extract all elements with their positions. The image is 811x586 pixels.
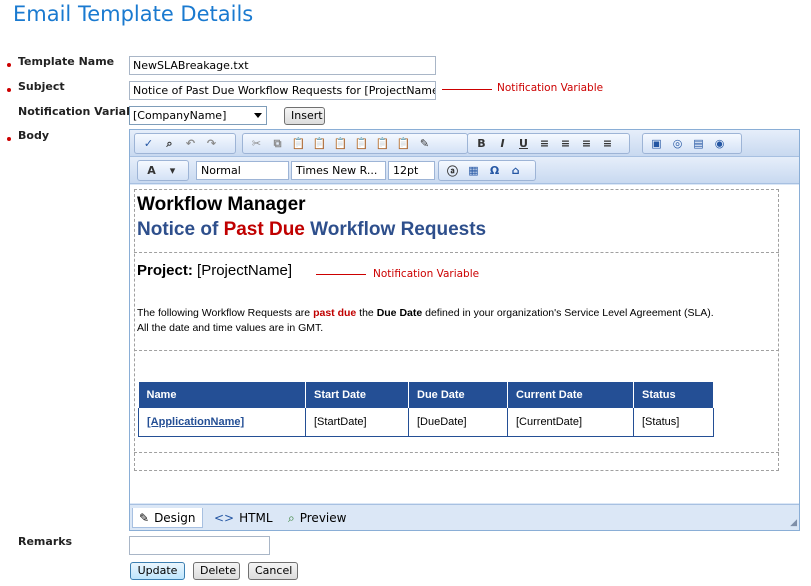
template-name-label: Template Name — [18, 55, 115, 68]
toolbar-group-format: B I U ≡ ≡ ≡ ≡ — [467, 133, 630, 154]
required-marker — [7, 137, 11, 141]
section-divider — [134, 350, 779, 351]
code-icon: <> — [214, 511, 235, 525]
column-header: Status — [633, 382, 714, 408]
annotation-line — [316, 274, 366, 275]
column-header: Current Date — [507, 382, 634, 408]
format-stripper-icon[interactable]: ✎ — [415, 135, 434, 152]
column-header: Name — [138, 382, 306, 408]
font-name-dropdown[interactable]: Times New R... — [291, 161, 386, 180]
editor-toolbar-font: A ▾ Normal Times New R... 12pt ⓐ ▦ Ω ⌂ — [130, 157, 799, 184]
notification-variable-label: Notification Variable — [18, 105, 146, 118]
align-right-icon[interactable]: ≡ — [577, 135, 596, 152]
remarks-input[interactable] — [129, 536, 270, 555]
tab-design[interactable]: ✎ Design — [132, 508, 203, 528]
paste-special-icon[interactable]: 📋 — [352, 135, 371, 152]
annotation-subject-note: Notification Variable — [497, 82, 604, 94]
tab-preview-label: Preview — [299, 511, 347, 525]
section-divider — [134, 452, 779, 453]
project-line: Project: [ProjectName] — [137, 262, 293, 279]
tab-preview[interactable]: ⌕ Preview — [282, 508, 352, 528]
chevron-down-icon — [254, 113, 262, 118]
justify-icon[interactable]: ≡ — [598, 135, 617, 152]
cut-icon[interactable]: ✂ — [247, 135, 266, 152]
spellcheck-icon[interactable]: ✓ — [139, 135, 158, 152]
table-cell: [Status] — [633, 408, 714, 437]
tab-design-label: Design — [154, 510, 196, 525]
rich-text-editor: ✓ ⌕ ↶ ↷ ✂ ⧉ 📋 📋 📋 📋 📋 📋 ✎ B I U ≡ ≡ ≡ ≡ … — [129, 129, 800, 531]
annotation-project-note: Notification Variable — [373, 268, 480, 280]
toolbar-group-edit: ✓ ⌕ ↶ ↷ — [134, 133, 236, 154]
editor-mode-tabs: ✎ Design <> HTML ⌕ Preview ◢ — [130, 504, 799, 530]
paste-html-icon[interactable]: 📋 — [373, 135, 392, 152]
italic-icon[interactable]: I — [493, 135, 512, 152]
paste-as-html-icon[interactable]: 📋 — [394, 135, 413, 152]
undo-icon[interactable]: ↶ — [181, 135, 200, 152]
font-size-dropdown[interactable]: 12pt — [388, 161, 435, 180]
bold-icon[interactable]: B — [472, 135, 491, 152]
update-button[interactable]: Update — [130, 562, 185, 580]
insert-symbol-icon[interactable]: ⓐ — [443, 162, 462, 179]
toolbar-group-misc: ⓐ ▦ Ω ⌂ — [438, 160, 536, 181]
subject-input[interactable]: Notice of Past Due Workflow Requests for… — [129, 81, 436, 100]
tab-html[interactable]: <> HTML — [208, 508, 279, 528]
magnifier-icon: ⌕ — [288, 511, 295, 525]
align-left-icon[interactable]: ≡ — [535, 135, 554, 152]
tab-html-label: HTML — [239, 511, 273, 525]
table-cell: [DueDate] — [408, 408, 508, 437]
toolbar-group-font-tools: A ▾ — [137, 160, 189, 181]
copy-icon[interactable]: ⧉ — [268, 135, 287, 152]
editor-content[interactable]: Workflow Manager Notice of Past Due Work… — [130, 185, 799, 503]
table-cell: [CurrentDate] — [507, 408, 634, 437]
annotation-line — [442, 89, 492, 90]
insert-table-icon[interactable]: ▦ — [464, 162, 483, 179]
find-replace-icon[interactable]: ⌕ — [160, 135, 179, 152]
paste-plain-text-icon[interactable]: 📋 — [310, 135, 329, 152]
flash-manager-icon[interactable]: ◉ — [710, 135, 729, 152]
remarks-label: Remarks — [18, 535, 73, 548]
special-characters-icon[interactable]: Ω — [485, 162, 504, 179]
image-manager-icon[interactable]: ▣ — [647, 135, 666, 152]
insert-button[interactable]: Insert — [284, 107, 325, 125]
editor-toolbar-main: ✓ ⌕ ↶ ↷ ✂ ⧉ 📋 📋 📋 📋 📋 📋 ✎ B I U ≡ ≡ ≡ ≡ … — [130, 130, 799, 157]
column-header: Due Date — [408, 382, 508, 408]
table-cell: [StartDate] — [305, 408, 409, 437]
resize-grip-icon[interactable]: ◢ — [790, 518, 797, 528]
delete-button[interactable]: Delete — [193, 562, 240, 580]
content-subheading: Notice of Past Due Workflow Requests — [137, 219, 487, 240]
table-row: [ApplicationName] [StartDate] [DueDate] … — [138, 408, 714, 437]
column-header: Start Date — [305, 382, 409, 408]
toolbar-group-insert: ▣ ◎ ▤ ◉ — [642, 133, 742, 154]
cancel-button[interactable]: Cancel — [248, 562, 298, 580]
description-text: The following Workflow Requests are past… — [137, 307, 714, 334]
table-cell-link[interactable]: [ApplicationName] — [138, 408, 306, 437]
body-label: Body — [18, 129, 49, 142]
template-name-input[interactable]: NewSLABreakage.txt — [129, 56, 436, 75]
hyperlink-manager-icon[interactable]: ◎ — [668, 135, 687, 152]
snippet-icon[interactable]: ⌂ — [506, 162, 525, 179]
pencil-icon: ✎ — [139, 510, 150, 525]
paste-icon[interactable]: 📋 — [289, 135, 308, 152]
table-header-row: Name Start Date Due Date Current Date St… — [138, 382, 714, 408]
paste-from-word-icon[interactable]: 📋 — [331, 135, 350, 152]
align-center-icon[interactable]: ≡ — [556, 135, 575, 152]
paragraph-style-dropdown[interactable]: Normal — [196, 161, 289, 180]
redo-icon[interactable]: ↷ — [202, 135, 221, 152]
underline-icon[interactable]: U — [514, 135, 533, 152]
media-manager-icon[interactable]: ▤ — [689, 135, 708, 152]
required-marker — [7, 63, 11, 67]
font-color-icon[interactable]: A — [142, 162, 161, 179]
notification-variable-select[interactable]: [CompanyName] — [129, 106, 267, 125]
content-heading: Workflow Manager — [137, 194, 306, 215]
toolbar-group-clipboard: ✂ ⧉ 📋 📋 📋 📋 📋 📋 ✎ — [242, 133, 468, 154]
required-marker — [7, 88, 11, 92]
subject-label: Subject — [18, 80, 65, 93]
notification-variable-value: [CompanyName] — [133, 109, 227, 122]
highlight-icon[interactable]: ▾ — [163, 162, 182, 179]
page-title: Email Template Details — [13, 2, 254, 26]
workflow-table: Name Start Date Due Date Current Date St… — [138, 382, 714, 437]
section-divider — [134, 252, 779, 253]
